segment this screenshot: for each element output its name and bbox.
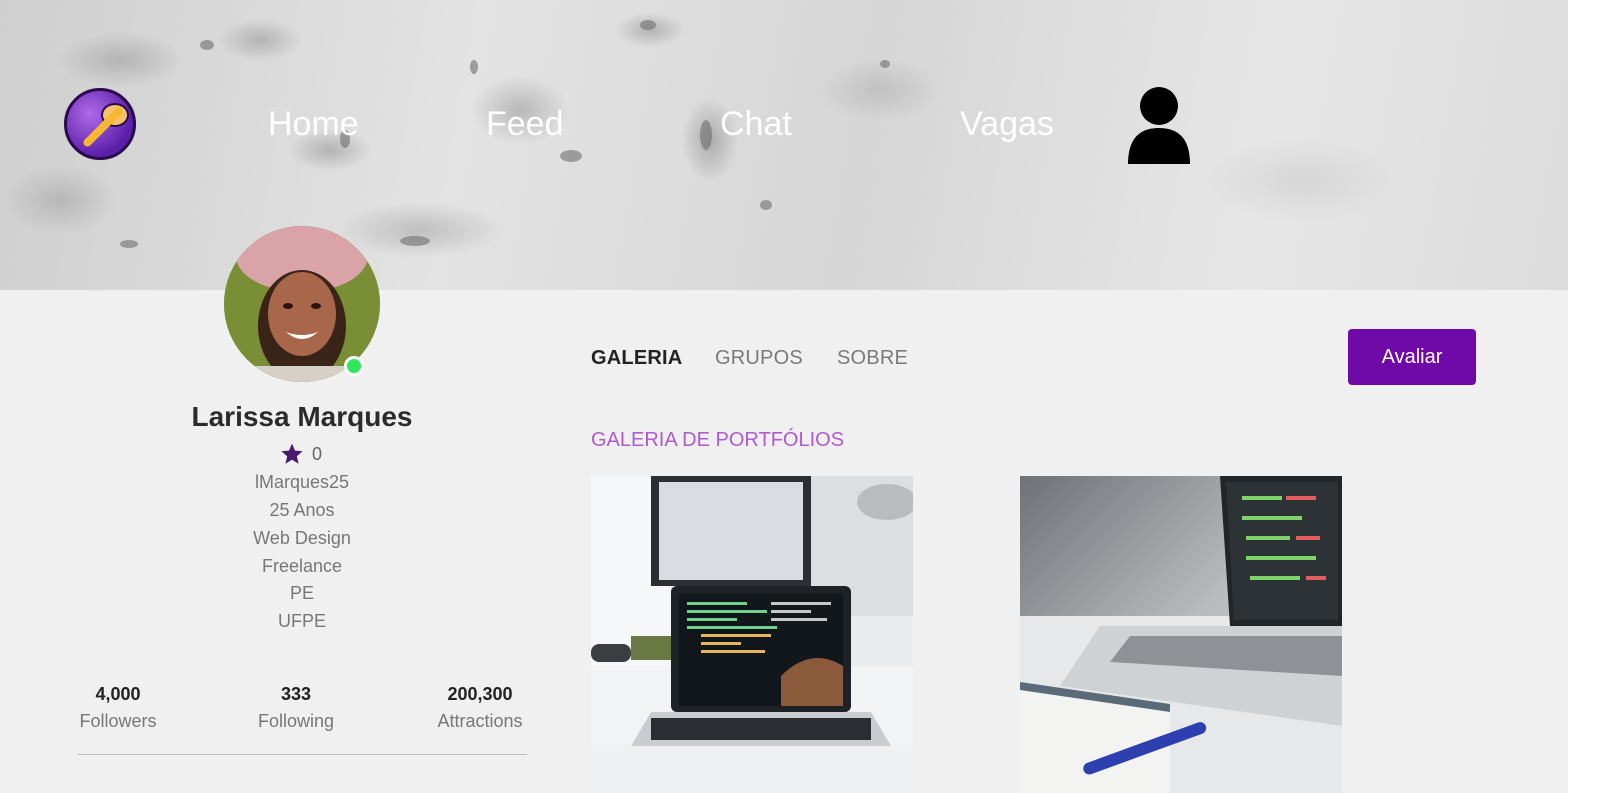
stat-label: Followers xyxy=(79,711,157,731)
star-icon xyxy=(281,443,303,464)
stat-value: 4,000 xyxy=(95,684,141,704)
profile-banner: Home Feed Chat Vagas xyxy=(0,0,1568,290)
user-icon[interactable] xyxy=(1126,86,1192,164)
laptop-desk-photo xyxy=(591,476,913,793)
profile-state: PE xyxy=(289,583,314,603)
stat-value: 333 xyxy=(280,684,312,704)
avaliar-button[interactable]: Avaliar xyxy=(1348,329,1476,385)
stat-value: 200,300 xyxy=(447,684,513,704)
tab-grupos[interactable]: GRUPOS xyxy=(715,344,803,372)
nav-chat-link[interactable]: Chat xyxy=(720,104,792,144)
profile-name: Larissa Marques xyxy=(191,401,413,432)
profile-area: Web Design xyxy=(253,528,351,548)
portfolio-thumbnail[interactable] xyxy=(591,476,913,793)
stat-following[interactable]: 333 Following xyxy=(216,682,376,736)
palette-brush-logo-icon[interactable] xyxy=(64,88,136,160)
online-status-indicator xyxy=(344,356,364,376)
divider xyxy=(78,754,527,755)
stat-followers[interactable]: 4,000 Followers xyxy=(38,682,198,736)
laptop-notebook-photo xyxy=(1020,476,1342,793)
stat-label: Following xyxy=(257,711,335,731)
nav-feed-link[interactable]: Feed xyxy=(486,104,564,144)
rating-value: 0 xyxy=(312,444,323,464)
rating: 0 xyxy=(252,442,352,466)
gallery-section-title: GALERIA DE PORTFÓLIOS xyxy=(591,429,845,451)
profile-university: UFPE xyxy=(277,611,326,631)
profile-age: 25 Anos xyxy=(269,500,335,520)
portfolio-thumbnail[interactable] xyxy=(1020,476,1342,793)
profile-page: Home Feed Chat Vagas Larissa Marques 0 l… xyxy=(0,0,1568,793)
scrollbar[interactable] xyxy=(1568,0,1600,793)
tab-galeria[interactable]: GALERIA xyxy=(591,344,682,372)
profile-work: Freelance xyxy=(261,556,343,576)
stat-label: Attractions xyxy=(437,711,523,731)
tab-sobre[interactable]: SOBRE xyxy=(837,344,908,372)
nav-home-link[interactable]: Home xyxy=(268,104,359,144)
profile-username: lMarques25 xyxy=(254,472,350,492)
stat-attractions[interactable]: 200,300 Attractions xyxy=(400,682,560,736)
nav-vagas-link[interactable]: Vagas xyxy=(960,104,1054,144)
